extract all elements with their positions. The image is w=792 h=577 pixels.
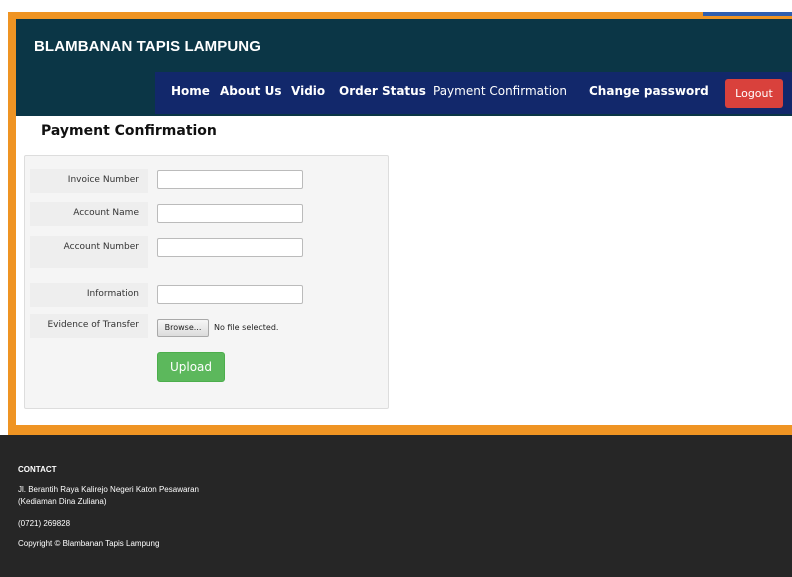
account-name-input[interactable]: [157, 204, 303, 223]
main-navbar: Home About Us Vidio Order Status Payment…: [155, 72, 792, 114]
footer-contact-heading: CONTACT: [18, 465, 57, 474]
account-name-label: Account Name: [30, 202, 148, 226]
nav-about-us[interactable]: About Us: [220, 84, 281, 98]
nav-change-password[interactable]: Change password: [589, 84, 709, 98]
footer-copyright: Copyright © Blambanan Tapis Lampung: [18, 539, 160, 548]
page-title: Payment Confirmation: [41, 123, 217, 139]
site-footer: CONTACT Jl. Berantih Raya Kalirejo Neger…: [0, 435, 792, 577]
site-header: BLAMBANAN TAPIS LAMPUNG Home About Us Vi…: [16, 19, 792, 116]
file-status-text: No file selected.: [214, 323, 279, 332]
information-input[interactable]: [157, 285, 303, 304]
account-number-input[interactable]: [157, 238, 303, 257]
upload-button[interactable]: Upload: [157, 352, 225, 382]
footer-address-line2: (Kediaman Dina Zuliana): [18, 497, 107, 506]
nav-home[interactable]: Home: [171, 84, 210, 98]
nav-order-status[interactable]: Order Status: [339, 84, 426, 98]
browse-file-button[interactable]: Browse...: [157, 319, 209, 337]
blue-accent-bar: [703, 12, 792, 16]
information-label: Information: [30, 283, 148, 307]
site-brand[interactable]: BLAMBANAN TAPIS LAMPUNG: [34, 38, 261, 55]
top-strip: [0, 0, 792, 12]
footer-address-line1: Jl. Berantih Raya Kalirejo Negeri Katon …: [18, 485, 199, 494]
logout-button[interactable]: Logout: [725, 79, 783, 108]
nav-payment-confirmation[interactable]: Payment Confirmation: [433, 84, 567, 98]
nav-vidio[interactable]: Vidio: [291, 84, 325, 98]
account-number-label: Account Number: [30, 236, 148, 268]
invoice-number-label: Invoice Number: [30, 169, 148, 193]
invoice-number-input[interactable]: [157, 170, 303, 189]
evidence-of-transfer-label: Evidence of Transfer: [30, 314, 148, 338]
footer-phone: (0721) 269828: [18, 519, 71, 528]
